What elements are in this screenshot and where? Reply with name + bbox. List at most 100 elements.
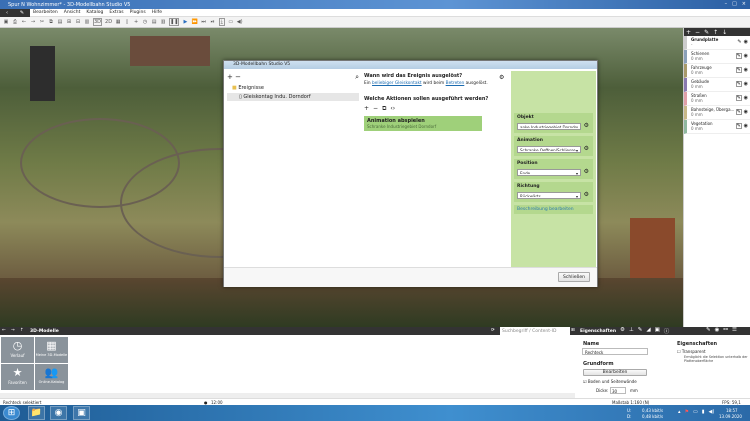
edit-icon[interactable]: ✎ [735,53,742,59]
print-icon[interactable]: ⎙ [12,19,18,25]
layer-item[interactable]: Bahnsteige, Überga... 0 mm ✎ ◉ [684,106,750,120]
eye-icon[interactable]: ◉ [744,39,748,45]
tile-meine-modelle[interactable]: ▦ Meine 3D-Modelle [35,337,68,363]
clock-date[interactable]: 13.09.2020 [719,414,742,419]
start-button[interactable]: ⊞ [3,406,20,420]
edit-shape-button[interactable]: Bearbeiten [583,369,647,376]
layer-item[interactable]: Vegetation 0 mm ✎ ◉ [684,120,750,134]
edit-icon[interactable]: ✎ [735,95,742,101]
layer-icon[interactable]: ▯ [124,19,130,25]
panel-icon[interactable]: ▤ [151,19,157,25]
gear-icon[interactable]: ⚙ [620,327,625,335]
network-icon[interactable]: ▭ [693,409,698,415]
settings-icon[interactable]: ⚙ [584,191,589,198]
remove-action-icon[interactable]: − [373,105,378,113]
property-select[interactable]: Ende ▾ [517,169,581,176]
delete-icon[interactable]: ▥ [84,19,90,25]
axis-icon[interactable]: ⊥ [629,327,634,335]
eye-icon[interactable]: ◉ [744,95,748,101]
add-icon[interactable]: + [227,73,233,81]
settings-icon[interactable]: ⚙ [584,168,589,175]
copy-icon[interactable]: ⧉ [48,19,54,25]
floor-walls-checkbox[interactable]: ☑ Boden und Seitenwände [583,379,637,384]
back-icon[interactable]: ‹ [6,10,8,16]
up-icon[interactable]: ↑ [20,328,24,333]
close-dialog-button[interactable]: Schließen [558,272,590,282]
menu-bearbeiten[interactable]: Bearbeiten [30,10,61,15]
paste-icon[interactable]: ▤ [57,19,63,25]
edit-icon[interactable]: ✎ [737,39,741,45]
link-icon[interactable]: ⚯ [723,327,728,333]
tile-online-katalog[interactable]: 👥 Online-Katalog [35,364,68,390]
layer-item[interactable]: Fahrzeuge 0 mm ✎ ◉ [684,64,750,78]
plus-icon[interactable]: + [133,19,139,25]
tray-arrow-icon[interactable]: ▴ [678,409,681,415]
clock-time[interactable]: 18:57 [726,408,738,413]
menu-hilfe[interactable]: Hilfe [149,10,165,15]
property-select[interactable]: Schranke Oeffnen/Schliesser ▾ [517,146,581,153]
cut-icon[interactable]: ✂ [39,19,45,25]
eye-icon[interactable]: ◉ [744,81,748,87]
grid-icon[interactable]: ▦ [115,19,121,25]
edit-icon[interactable]: ✎ [735,67,742,73]
search-input[interactable]: Suchbegriff / Content-ID [500,327,570,335]
menu-katalog[interactable]: Katalog [83,10,106,15]
add-action-icon[interactable]: + [364,105,369,113]
trigger-type-link[interactable]: Betreten [446,81,465,86]
back-icon[interactable]: ← [2,328,6,333]
frame-icon[interactable]: ▣ [655,327,660,335]
info-icon[interactable]: ⓘ [664,327,670,335]
thickness-input[interactable]: 30 [610,387,626,394]
refresh-icon[interactable]: ⟳ [491,328,495,333]
down-icon[interactable]: ↓ [722,29,727,36]
menu-icon[interactable]: ☰ [732,327,737,333]
redo-icon[interactable]: → [30,19,36,25]
volume-icon[interactable]: ◀) [709,409,715,415]
chrome-icon[interactable]: ◉ [50,406,67,420]
property-select[interactable]: anke Industriegebiet Dorndorf fe [517,123,581,130]
flag-icon[interactable]: ⚑ [685,409,689,415]
explorer-icon[interactable]: 📁 [28,406,45,420]
pause-icon[interactable]: ❚❚ [169,18,180,26]
settings-icon[interactable]: ⚙ [499,74,504,81]
tile-verlauf[interactable]: ◷ Verlauf [1,337,34,363]
transparent-checkbox[interactable]: ☐ Transparent [677,349,706,354]
step-icon[interactable]: ⏯ [210,19,216,25]
undo-icon[interactable]: ← [21,19,27,25]
eye-icon[interactable]: ◉ [744,67,748,73]
menu-ansicht[interactable]: Ansicht [61,10,84,15]
paint-icon[interactable]: ✎ [638,327,643,335]
play-icon[interactable]: ▶ [182,19,188,25]
search-icon[interactable]: ⌕ [355,73,359,82]
menu-plugins[interactable]: Plugins [127,10,149,15]
ungroup-icon[interactable]: ⊟ [75,19,81,25]
minimize-button[interactable]: – [725,1,728,7]
save-icon[interactable]: ▣ [3,19,9,25]
forward-icon[interactable]: → [11,328,15,333]
up-icon[interactable]: ↑ [713,29,718,36]
eye-icon[interactable]: ◉ [744,109,748,115]
terrain-icon[interactable]: ◢ [646,327,650,335]
remove-layer-icon[interactable]: − [695,29,700,36]
settings-icon[interactable]: ⚙ [584,122,589,129]
view-toggle-icon[interactable]: ⊞ [571,328,575,333]
power-icon[interactable]: ▮ [702,409,705,415]
action-item[interactable]: Animation abspielen Schranke Industriegeb… [364,116,482,131]
edit-icon[interactable]: ✎ [735,123,742,129]
close-button[interactable]: × [742,1,746,7]
add-layer-icon[interactable]: + [686,29,691,36]
menu-extras[interactable]: Extras [106,10,126,15]
edit-description-link[interactable]: Beschreibung bearbeiten [517,207,574,212]
pen-icon[interactable]: ✎ [20,10,24,16]
remove-icon[interactable]: − [235,73,241,81]
faster-icon[interactable]: ⏭ [201,19,207,25]
layer-item[interactable]: Straßen 0 mm ✎ ◉ [684,92,750,106]
name-input[interactable]: Rechteck [582,348,648,355]
modellbahn-app-icon[interactable]: ▣ [73,406,90,420]
export-icon[interactable]: ⤓ [218,18,225,26]
fast-forward-icon[interactable]: ⏩ [191,19,197,25]
code-icon[interactable]: ‹› [390,105,395,113]
tree-folder[interactable]: ■ Ereignisse [227,85,359,91]
layer-item[interactable]: Schienen 0 mm ✎ ◉ [684,50,750,64]
sound-icon[interactable]: ◀) [237,19,243,25]
